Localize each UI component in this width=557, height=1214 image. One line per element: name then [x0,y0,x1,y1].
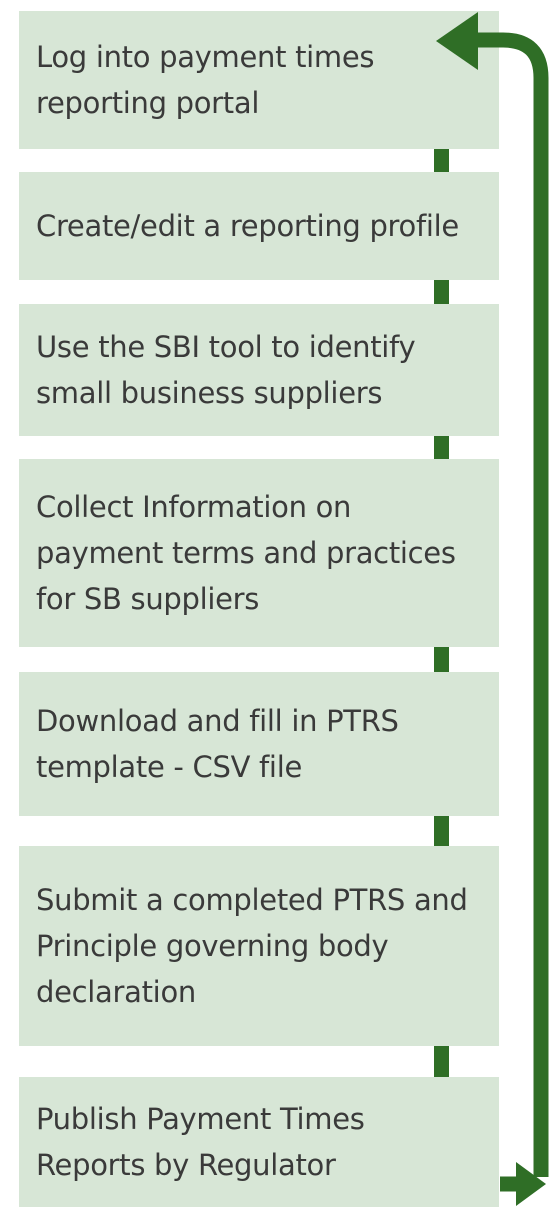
loop-arrow-path [470,32,549,1177]
loop-arrowhead-left-icon [436,12,478,70]
loop-arrow [436,12,549,1206]
